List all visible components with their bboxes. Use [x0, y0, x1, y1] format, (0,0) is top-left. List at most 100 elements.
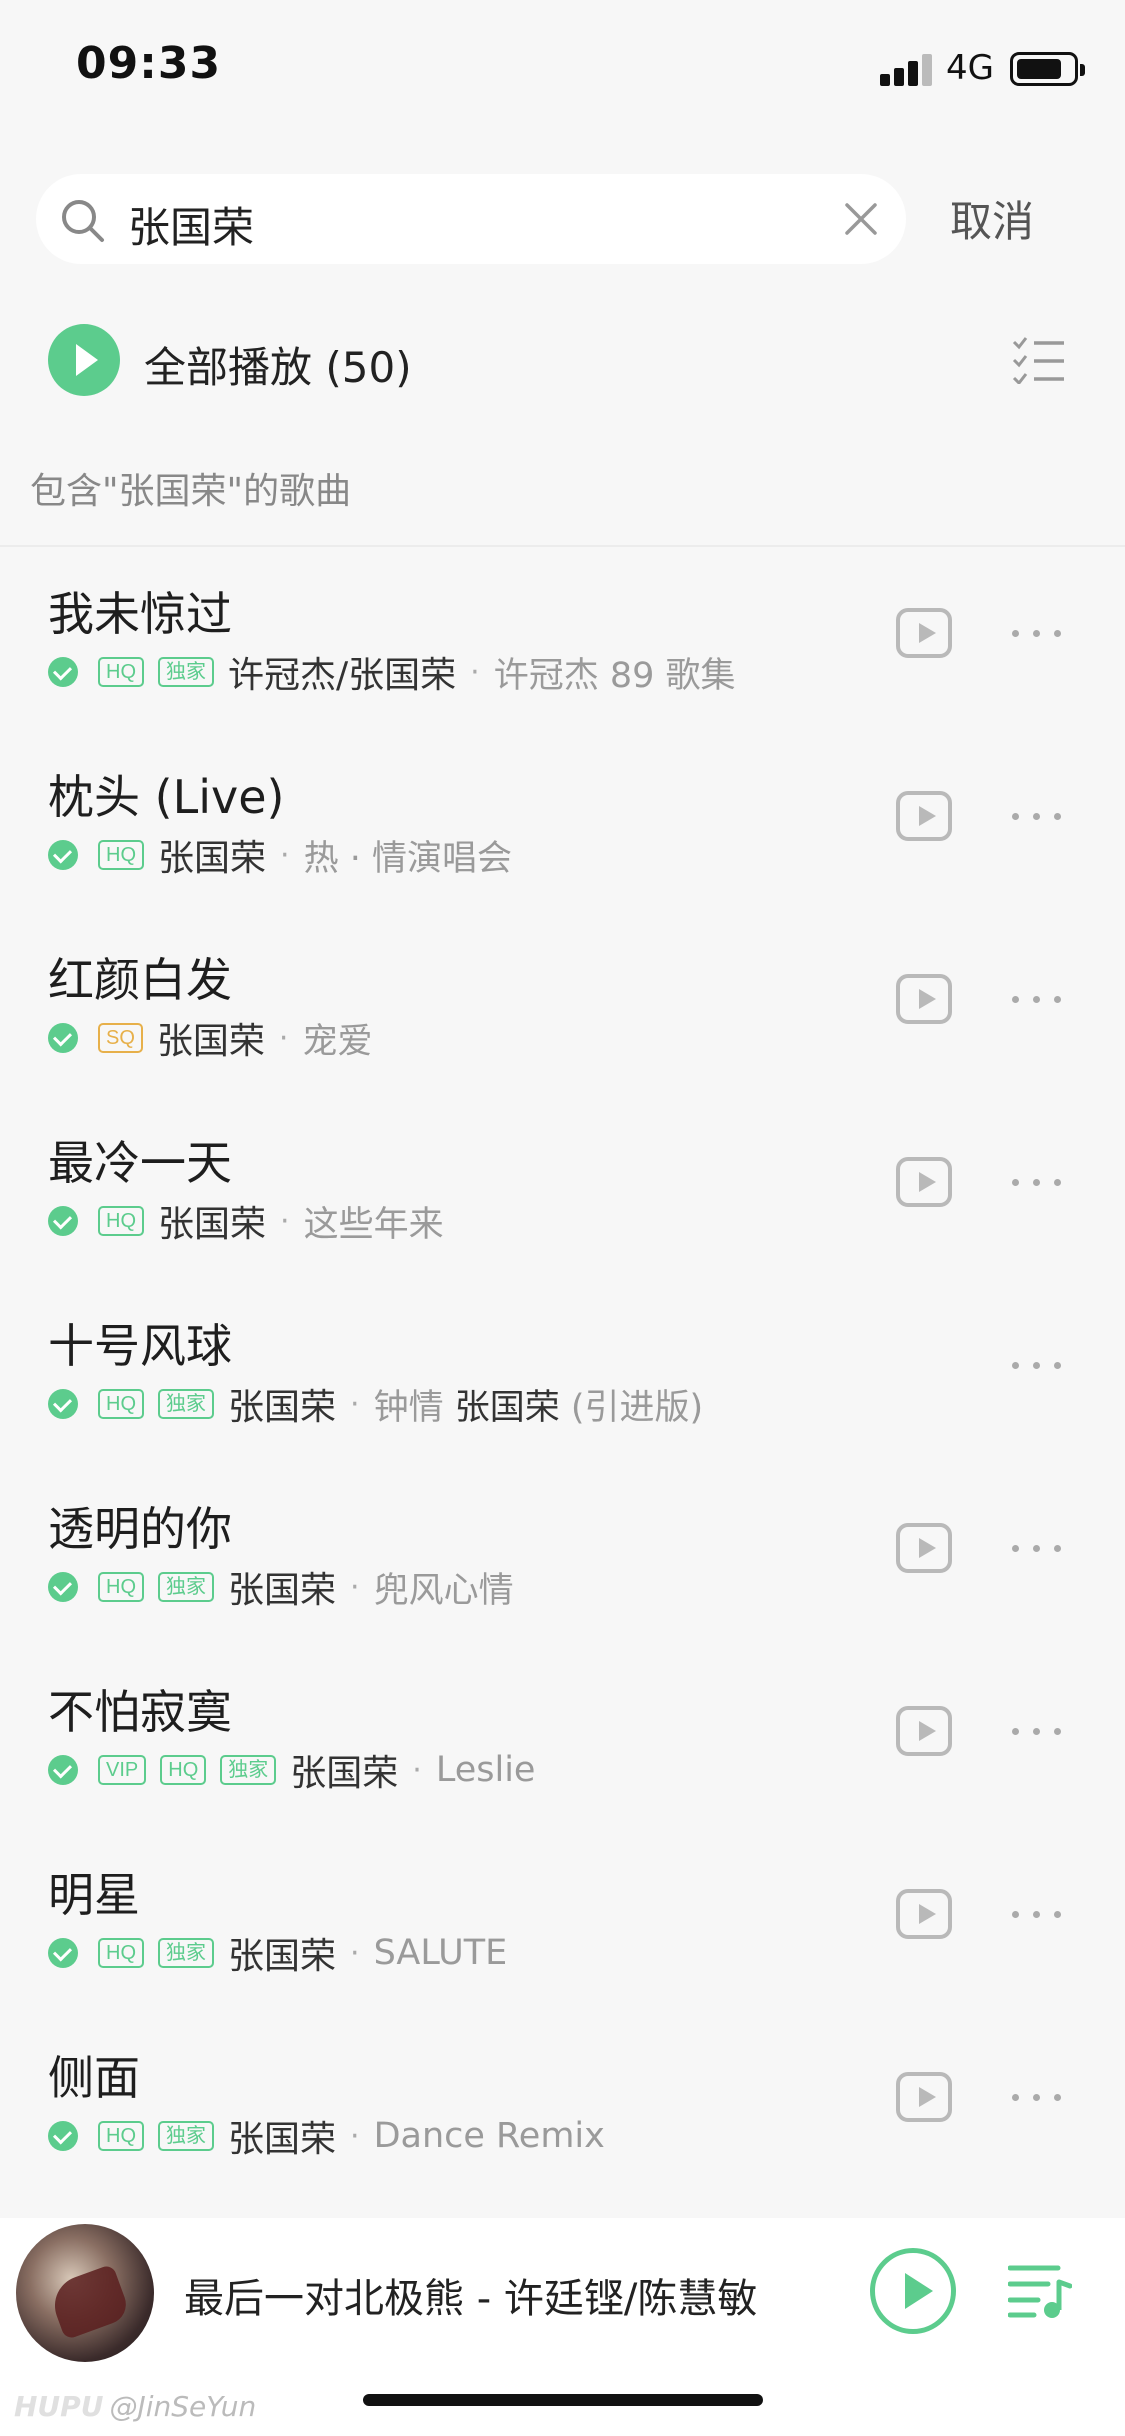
- song-title: 透明的你: [48, 1502, 232, 1556]
- playlist-icon[interactable]: [1008, 2260, 1072, 2320]
- song-meta: HQ 张国荣 · 这些年来: [48, 1199, 444, 1245]
- quality-badge: HQ: [98, 657, 144, 687]
- signal-icon: [880, 52, 936, 86]
- quality-badges: HQ 独家: [98, 1572, 228, 1602]
- song-row[interactable]: 枕头 (Live) HQ 张国荣 · 热 · 情演唱会: [0, 731, 1125, 914]
- home-indicator[interactable]: [363, 2394, 763, 2406]
- video-play-icon[interactable]: [896, 1523, 952, 1573]
- more-dots-icon[interactable]: [1012, 811, 1062, 823]
- more-dots-icon[interactable]: [1012, 1726, 1062, 1738]
- quality-badges: HQ: [98, 840, 158, 870]
- song-row[interactable]: 十号风球 HQ 独家 张国荣 · 钟情 张国荣 (引进版): [0, 1280, 1125, 1463]
- song-artist: 张国荣: [290, 1753, 399, 1794]
- quality-badge: 独家: [158, 1389, 214, 1419]
- downloaded-check-icon: [48, 1023, 78, 1053]
- song-album: 兜风心情: [373, 1570, 514, 1611]
- downloaded-check-icon: [48, 2121, 78, 2151]
- more-dots-icon[interactable]: [1012, 1543, 1062, 1555]
- close-icon[interactable]: [838, 196, 884, 242]
- song-artist: 张国荣: [228, 1387, 337, 1428]
- song-title: 明星: [48, 1868, 140, 1922]
- network-type: 4G: [946, 48, 994, 88]
- song-album: Leslie: [435, 1750, 536, 1790]
- video-play-icon[interactable]: [896, 1157, 952, 1207]
- song-album: Dance Remix: [373, 2116, 605, 2156]
- more-dots-icon[interactable]: [1012, 2092, 1062, 2104]
- separator-dot: ·: [350, 1386, 360, 1422]
- song-meta: HQ 独家 张国荣 · SALUTE: [48, 1931, 508, 1977]
- video-play-icon[interactable]: [896, 791, 952, 841]
- song-list: 我未惊过 HQ 独家 许冠杰/张国荣 · 许冠杰 89 歌集 枕头 (Live) …: [0, 548, 1125, 2195]
- separator-dot: ·: [280, 1203, 290, 1239]
- status-bar: 09:33 4G: [0, 0, 1125, 140]
- song-artist: 张国荣: [228, 2119, 337, 2160]
- downloaded-check-icon: [48, 657, 78, 687]
- downloaded-check-icon: [48, 840, 78, 870]
- quality-badge: 独家: [158, 657, 214, 687]
- song-row[interactable]: 最冷一天 HQ 张国荣 · 这些年来: [0, 1097, 1125, 1280]
- video-play-icon[interactable]: [896, 974, 952, 1024]
- video-play-icon[interactable]: [896, 1706, 952, 1756]
- more-dots-icon[interactable]: [1012, 1909, 1062, 1921]
- song-row[interactable]: 侧面 HQ 独家 张国荣 · Dance Remix: [0, 2012, 1125, 2195]
- more-dots-icon[interactable]: [1012, 1177, 1062, 1189]
- play-button[interactable]: [870, 2248, 956, 2334]
- song-title: 红颜白发: [48, 953, 232, 1007]
- search-query[interactable]: 张国荣: [128, 194, 254, 255]
- downloaded-check-icon: [48, 1572, 78, 1602]
- play-all-label: 全部播放 (50): [144, 343, 412, 392]
- song-row[interactable]: 透明的你 HQ 独家 张国荣 · 兜风心情: [0, 1463, 1125, 1646]
- video-play-icon[interactable]: [896, 1889, 952, 1939]
- song-row[interactable]: 不怕寂寞 VIP HQ 独家 张国荣 · Leslie: [0, 1646, 1125, 1829]
- song-title: 不怕寂寞: [48, 1685, 232, 1739]
- play-all-row[interactable]: 全部播放 (50): [0, 300, 1125, 420]
- song-title: 我未惊过: [48, 587, 232, 641]
- battery-icon: [1010, 52, 1085, 86]
- quality-badge: 独家: [158, 1938, 214, 1968]
- song-title: 侧面: [48, 2051, 140, 2105]
- song-artist: 张国荣: [228, 1570, 337, 1611]
- song-artist: 张国荣: [156, 1021, 265, 1062]
- downloaded-check-icon: [48, 1755, 78, 1785]
- quality-badges: HQ 独家: [98, 2121, 228, 2151]
- status-time: 09:33: [76, 38, 222, 89]
- now-playing-title[interactable]: 最后一对北极熊 - 许廷铿/陈慧敏: [184, 2266, 757, 2324]
- cancel-button[interactable]: 取消: [950, 188, 1034, 249]
- album-cover[interactable]: [16, 2224, 154, 2362]
- song-row[interactable]: 我未惊过 HQ 独家 许冠杰/张国荣 · 许冠杰 89 歌集: [0, 548, 1125, 731]
- album-highlight: 张国荣: [454, 1387, 560, 1428]
- separator-dot: ·: [350, 2118, 360, 2154]
- quality-badge: HQ: [98, 1206, 144, 1236]
- song-album: SALUTE: [373, 1933, 508, 1973]
- more-dots-icon[interactable]: [1012, 994, 1062, 1006]
- song-row[interactable]: 红颜白发 SQ 张国荣 · 宠爱: [0, 914, 1125, 1097]
- song-artist: 许冠杰/张国荣: [228, 655, 457, 696]
- quality-badges: HQ 独家: [98, 1389, 228, 1419]
- video-play-icon[interactable]: [896, 2072, 952, 2122]
- song-row[interactable]: 明星 HQ 独家 张国荣 · SALUTE: [0, 1829, 1125, 2012]
- play-all-count: (50): [325, 343, 412, 392]
- quality-badge: 独家: [158, 2121, 214, 2151]
- checklist-icon[interactable]: [1012, 336, 1066, 384]
- separator-dot: ·: [412, 1752, 422, 1788]
- search-input[interactable]: 张国荣: [36, 174, 906, 264]
- quality-badge: 独家: [220, 1755, 277, 1785]
- video-play-icon[interactable]: [896, 608, 952, 658]
- song-artist: 张国荣: [158, 1204, 267, 1245]
- song-album: 宠爱: [302, 1021, 373, 1062]
- quality-badge: HQ: [98, 840, 144, 870]
- song-meta: HQ 独家 许冠杰/张国荣 · 许冠杰 89 歌集: [48, 650, 735, 696]
- separator-dot: ·: [350, 1935, 360, 1971]
- song-meta: HQ 独家 张国荣 · Dance Remix: [48, 2114, 605, 2160]
- separator-dot: ·: [280, 837, 290, 873]
- play-circle-icon[interactable]: [48, 324, 120, 396]
- more-dots-icon[interactable]: [1012, 1360, 1062, 1372]
- quality-badge: HQ: [98, 1389, 144, 1419]
- separator-dot: ·: [350, 1569, 360, 1605]
- quality-badge: HQ: [160, 1755, 207, 1785]
- quality-badge: HQ: [98, 2121, 144, 2151]
- separator-dot: ·: [278, 1020, 289, 1056]
- downloaded-check-icon: [48, 1938, 78, 1968]
- more-dots-icon[interactable]: [1012, 628, 1062, 640]
- downloaded-check-icon: [48, 1206, 78, 1236]
